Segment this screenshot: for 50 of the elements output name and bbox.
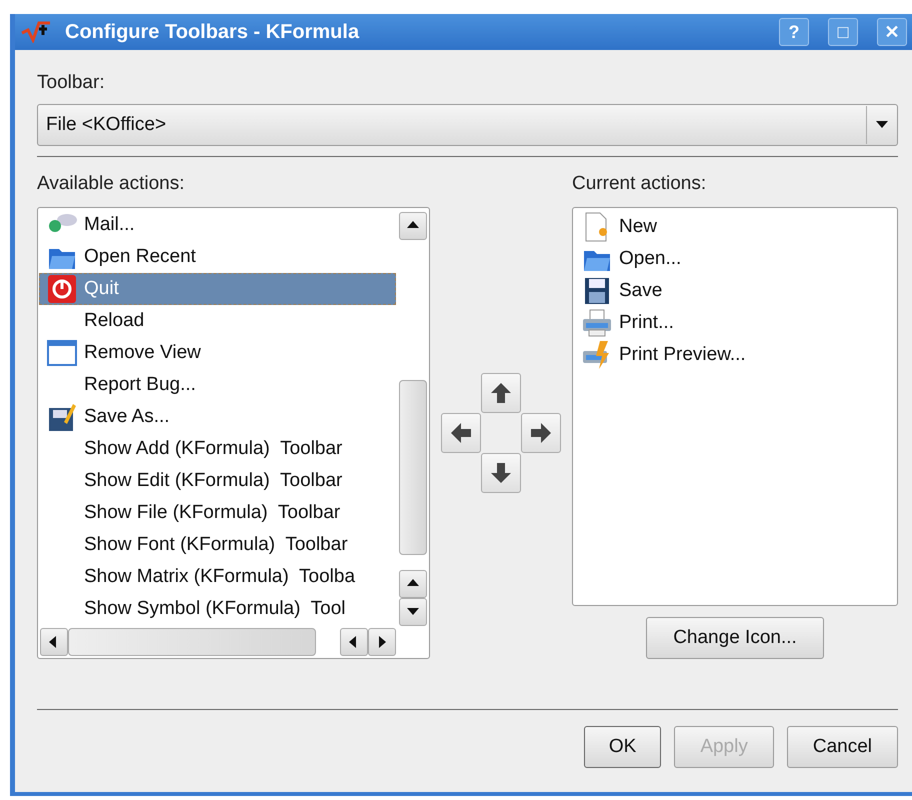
arrow-icon <box>489 461 513 485</box>
list-item[interactable]: Show Matrix (KFormula) Toolba <box>39 561 396 593</box>
list-item[interactable]: Save As... <box>39 401 396 433</box>
list-item[interactable]: Reload <box>39 305 396 337</box>
document-icon <box>584 212 610 242</box>
scroll-down-button[interactable] <box>399 598 427 626</box>
printer-icon <box>582 309 612 337</box>
scroll-right-button[interactable] <box>368 628 396 656</box>
arrow-icon <box>489 381 513 405</box>
move-up-button[interactable] <box>481 373 521 413</box>
arrow-icon <box>529 421 553 445</box>
list-item[interactable]: Show File (KFormula) Toolbar <box>39 497 396 529</box>
app-logo-icon <box>21 21 51 43</box>
list-item[interactable]: New <box>574 211 896 243</box>
save-as-icon <box>48 402 76 432</box>
power-icon <box>47 274 77 304</box>
scrollbar-thumb[interactable] <box>68 628 316 656</box>
remove-button[interactable] <box>441 413 481 453</box>
change-icon-button[interactable]: Change Icon... <box>646 617 824 659</box>
scroll-left-button[interactable] <box>40 628 68 656</box>
list-label: Current actions: <box>572 173 708 195</box>
list-item[interactable]: Show Symbol (KFormula) Tool <box>39 593 396 625</box>
add-button[interactable] <box>521 413 561 453</box>
scroll-up-button[interactable] <box>399 570 427 598</box>
list-item[interactable]: Mail... <box>39 209 396 241</box>
list-item[interactable]: Show Add (KFormula) Toolbar <box>39 433 396 465</box>
scroll-left-button[interactable] <box>340 628 368 656</box>
dialog-button[interactable]: OK <box>584 726 662 768</box>
list-item[interactable]: Save <box>574 275 896 307</box>
list-item[interactable]: Remove View <box>39 337 396 369</box>
arrow-icon <box>449 421 473 445</box>
list-item[interactable]: Open... <box>574 243 896 275</box>
list-item[interactable]: Show Edit (KFormula) Toolbar <box>39 465 396 497</box>
printer-icon <box>582 340 612 370</box>
field-label: Toolbar: <box>37 72 106 94</box>
list-item[interactable]: Report Bug... <box>39 369 396 401</box>
scroll-up-button[interactable] <box>399 212 427 240</box>
window-title: Configure Toolbars - KFormula <box>65 20 360 44</box>
list-item[interactable]: Show Font (KFormula) Toolbar <box>39 529 396 561</box>
window-icon <box>47 340 77 366</box>
dropdown-value: File <KOffice> <box>45 114 168 136</box>
list-item[interactable]: Print... <box>574 307 896 339</box>
dialog-button[interactable]: Cancel <box>786 726 898 768</box>
scrollbar-thumb[interactable] <box>399 380 427 555</box>
list-item[interactable]: Print Preview... <box>574 339 896 371</box>
move-down-button[interactable] <box>481 453 521 493</box>
toolbar-dropdown[interactable]: File <KOffice> <box>37 104 898 146</box>
list-item[interactable]: Quit <box>39 273 396 305</box>
list-item[interactable]: Open Recent <box>39 241 396 273</box>
list-label: Available actions: <box>37 173 186 195</box>
